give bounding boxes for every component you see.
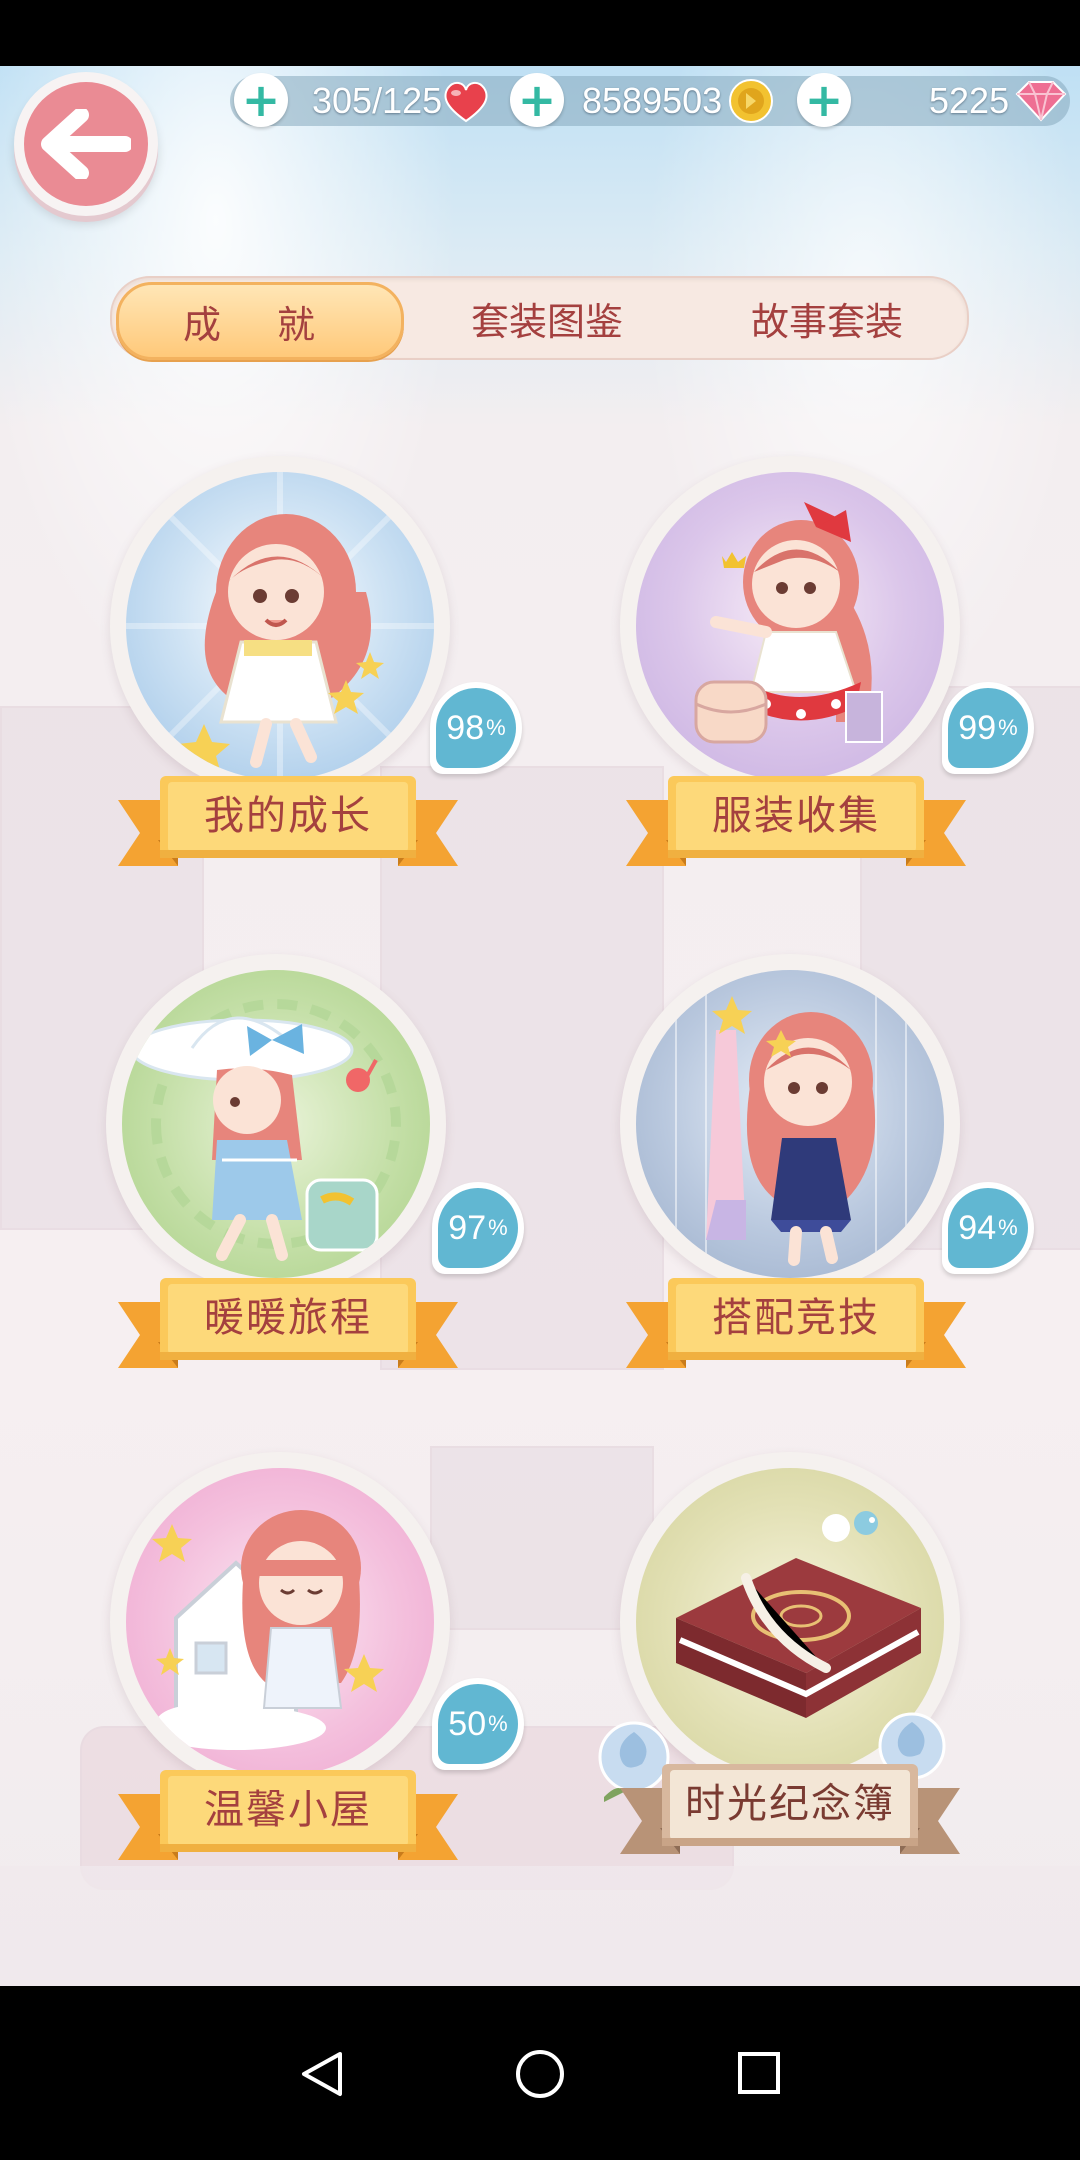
chibi-girl-home-icon bbox=[146, 1510, 384, 1750]
tab-bar: 成 就 套装图鉴 故事套装 bbox=[110, 276, 969, 360]
back-button[interactable] bbox=[14, 72, 158, 216]
completion-badge: 50% bbox=[432, 1678, 524, 1770]
tab-achievements[interactable]: 成 就 bbox=[116, 282, 404, 360]
percent-sign: % bbox=[998, 1215, 1018, 1240]
category-medallion bbox=[110, 456, 450, 796]
completion-badge: 99% bbox=[942, 682, 1034, 774]
chibi-girl-dancing-icon bbox=[126, 472, 434, 780]
completion-percent: 94 bbox=[958, 1208, 997, 1247]
category-ribbon: 搭配竞技 bbox=[626, 1272, 966, 1376]
add-diamond-button[interactable]: + bbox=[797, 73, 851, 127]
resource-bar: + 305/125 + 8589503 + 5225 bbox=[230, 73, 1070, 127]
category-medallion bbox=[106, 954, 446, 1294]
category-cozy-home[interactable]: 50% 温馨小屋 bbox=[110, 1452, 524, 1872]
category-clothing-collection[interactable]: 99% 服装收集 bbox=[620, 456, 1034, 876]
stamina-value: 305/125 bbox=[312, 80, 443, 121]
category-my-growth[interactable]: 98% 我的成长 bbox=[110, 456, 522, 876]
category-medallion bbox=[110, 1452, 450, 1792]
tab-label: 成 就 bbox=[182, 302, 338, 347]
category-nikki-journey[interactable]: 97% 暖暖旅程 bbox=[106, 954, 524, 1374]
background-ground bbox=[0, 1866, 1080, 1986]
category-ribbon: 我的成长 bbox=[118, 770, 458, 874]
completion-percent: 98 bbox=[446, 708, 485, 747]
diamond-icon bbox=[1015, 81, 1067, 122]
category-label: 我的成长 bbox=[204, 793, 372, 839]
category-medallion bbox=[620, 456, 960, 796]
completion-percent: 50 bbox=[448, 1704, 487, 1743]
arrow-left-icon bbox=[41, 109, 131, 179]
recents-square-icon[interactable] bbox=[736, 2050, 782, 2096]
tab-label: 故事套装 bbox=[750, 299, 903, 344]
category-ribbon: 温馨小屋 bbox=[118, 1764, 458, 1868]
heart-icon bbox=[444, 82, 488, 123]
category-label: 暖暖旅程 bbox=[204, 1295, 372, 1341]
chibi-girl-travel-icon bbox=[130, 999, 402, 1261]
tab-outfit-gallery[interactable]: 套装图鉴 bbox=[412, 278, 682, 358]
system-nav-bar bbox=[0, 1986, 1080, 2160]
category-label: 温馨小屋 bbox=[204, 1787, 372, 1833]
diamond-counter: + 5225 bbox=[797, 73, 1067, 127]
category-ribbon: 服装收集 bbox=[626, 770, 966, 874]
status-bar bbox=[0, 0, 1080, 66]
category-label: 搭配竞技 bbox=[712, 1295, 880, 1341]
add-stamina-button[interactable]: + bbox=[234, 73, 288, 127]
tab-label: 套装图鉴 bbox=[470, 299, 623, 344]
category-ribbon: 时光纪念簿 bbox=[620, 1758, 960, 1862]
home-circle-icon[interactable] bbox=[514, 2048, 566, 2100]
completion-badge: 94% bbox=[942, 1182, 1034, 1274]
stamina-counter: + 305/125 bbox=[234, 73, 490, 127]
completion-percent: 97 bbox=[448, 1208, 487, 1247]
tab-story-outfits[interactable]: 故事套装 bbox=[692, 278, 962, 358]
gold-value: 8589503 bbox=[582, 80, 723, 121]
category-label: 时光纪念簿 bbox=[685, 1781, 895, 1827]
percent-sign: % bbox=[488, 1711, 508, 1736]
completion-percent: 99 bbox=[958, 708, 997, 747]
back-triangle-icon[interactable] bbox=[300, 2050, 344, 2098]
category-ribbon: 暖暖旅程 bbox=[118, 1272, 458, 1376]
add-gold-button[interactable]: + bbox=[510, 73, 564, 127]
percent-sign: % bbox=[488, 1215, 508, 1240]
chibi-girl-collection-icon bbox=[694, 502, 883, 744]
diamond-value: 5225 bbox=[929, 80, 1010, 121]
category-styling-contest[interactable]: 94% 搭配竞技 bbox=[620, 954, 1034, 1374]
percent-sign: % bbox=[998, 715, 1018, 740]
gold-coin-icon bbox=[729, 79, 774, 123]
completion-badge: 97% bbox=[432, 1182, 524, 1274]
chibi-girl-contest-icon bbox=[675, 980, 907, 1270]
gold-counter: + 8589503 bbox=[510, 73, 774, 127]
percent-sign: % bbox=[486, 715, 506, 740]
category-medallion bbox=[620, 954, 960, 1294]
category-memory-album[interactable]: 时光纪念簿 bbox=[598, 1452, 960, 1872]
category-label: 服装收集 bbox=[712, 793, 880, 839]
completion-badge: 98% bbox=[430, 682, 522, 774]
